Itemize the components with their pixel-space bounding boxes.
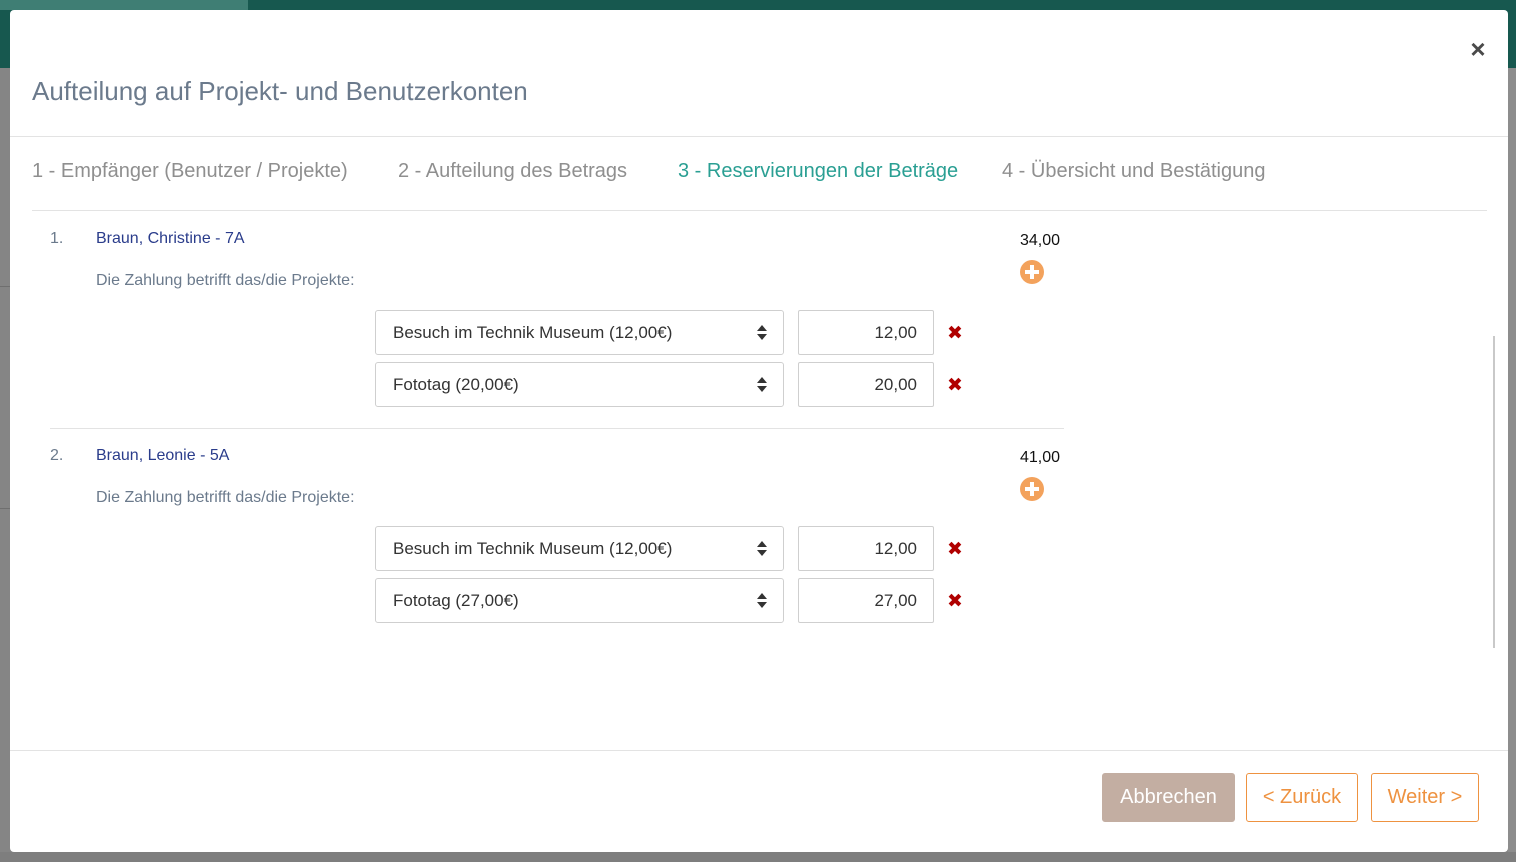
project-select-value: Fototag (27,00€) <box>393 591 519 610</box>
recipient-divider <box>50 428 1064 429</box>
close-icon[interactable]: × <box>1466 34 1490 64</box>
tab-step-2[interactable]: 2 - Aufteilung des Betrags <box>398 160 627 183</box>
background-top-bar-segment <box>0 0 248 10</box>
project-select[interactable]: Fototag (20,00€) <box>375 362 784 407</box>
tabs-divider <box>32 210 1487 211</box>
tab-step-1[interactable]: 1 - Empfänger (Benutzer / Projekte) <box>32 160 348 183</box>
project-select-value: Besuch im Technik Museum (12,00€) <box>393 539 673 558</box>
project-row: Besuch im Technik Museum (12,00€) 12,00 … <box>375 526 995 572</box>
project-row: Fototag (20,00€) 20,00 ✖ <box>375 362 995 408</box>
header-divider <box>10 136 1508 137</box>
footer-divider <box>10 750 1508 751</box>
background-bottom-strip <box>0 852 1516 862</box>
sort-arrows-icon <box>757 377 767 393</box>
recipient-name-link[interactable]: Braun, Christine - 7A <box>96 230 245 248</box>
delete-project-icon[interactable]: ✖ <box>947 590 963 612</box>
add-project-icon[interactable] <box>1020 477 1044 501</box>
delete-project-icon[interactable]: ✖ <box>947 374 963 396</box>
delete-project-icon[interactable]: ✖ <box>947 538 963 560</box>
sort-arrows-icon <box>757 541 767 557</box>
delete-project-icon[interactable]: ✖ <box>947 322 963 344</box>
dialog-title: Aufteilung auf Projekt- und Benutzerkont… <box>32 76 528 106</box>
background-right-strip <box>1508 68 1516 862</box>
recipient-total-amount: 34,00 <box>1019 232 1060 249</box>
sort-arrows-icon <box>757 325 767 341</box>
sort-arrows-icon <box>757 593 767 609</box>
cancel-button[interactable]: Abbrechen <box>1102 773 1235 822</box>
back-button[interactable]: < Zurück <box>1246 773 1358 822</box>
background-divider <box>0 286 10 287</box>
add-project-icon[interactable] <box>1020 260 1044 284</box>
next-button[interactable]: Weiter > <box>1371 773 1479 822</box>
project-row: Besuch im Technik Museum (12,00€) 12,00 … <box>375 310 995 356</box>
background-divider <box>0 508 10 509</box>
project-amount-input[interactable]: 12,00 <box>798 310 934 355</box>
project-amount-input[interactable]: 27,00 <box>798 578 934 623</box>
tab-step-3[interactable]: 3 - Reservierungen der Beträge <box>678 160 958 183</box>
project-select[interactable]: Besuch im Technik Museum (12,00€) <box>375 526 784 571</box>
recipient-total-amount: 41,00 <box>1019 449 1060 466</box>
projects-description: Die Zahlung betrifft das/die Projekte: <box>96 272 355 289</box>
recipient-name-link[interactable]: Braun, Leonie - 5A <box>96 447 229 465</box>
split-dialog: × Aufteilung auf Projekt- und Benutzerko… <box>10 10 1508 852</box>
project-amount-input[interactable]: 20,00 <box>798 362 934 407</box>
project-select[interactable]: Fototag (27,00€) <box>375 578 784 623</box>
recipient-number: 1. <box>50 230 64 247</box>
project-select-value: Fototag (20,00€) <box>393 375 519 394</box>
scrollbar[interactable] <box>1493 336 1495 648</box>
project-select-value: Besuch im Technik Museum (12,00€) <box>393 323 673 342</box>
tab-step-4[interactable]: 4 - Übersicht und Bestätigung <box>1002 160 1266 183</box>
project-amount-input[interactable]: 12,00 <box>798 526 934 571</box>
recipient-number: 2. <box>50 447 64 464</box>
project-select[interactable]: Besuch im Technik Museum (12,00€) <box>375 310 784 355</box>
project-row: Fototag (27,00€) 27,00 ✖ <box>375 578 995 624</box>
projects-description: Die Zahlung betrifft das/die Projekte: <box>96 489 355 506</box>
